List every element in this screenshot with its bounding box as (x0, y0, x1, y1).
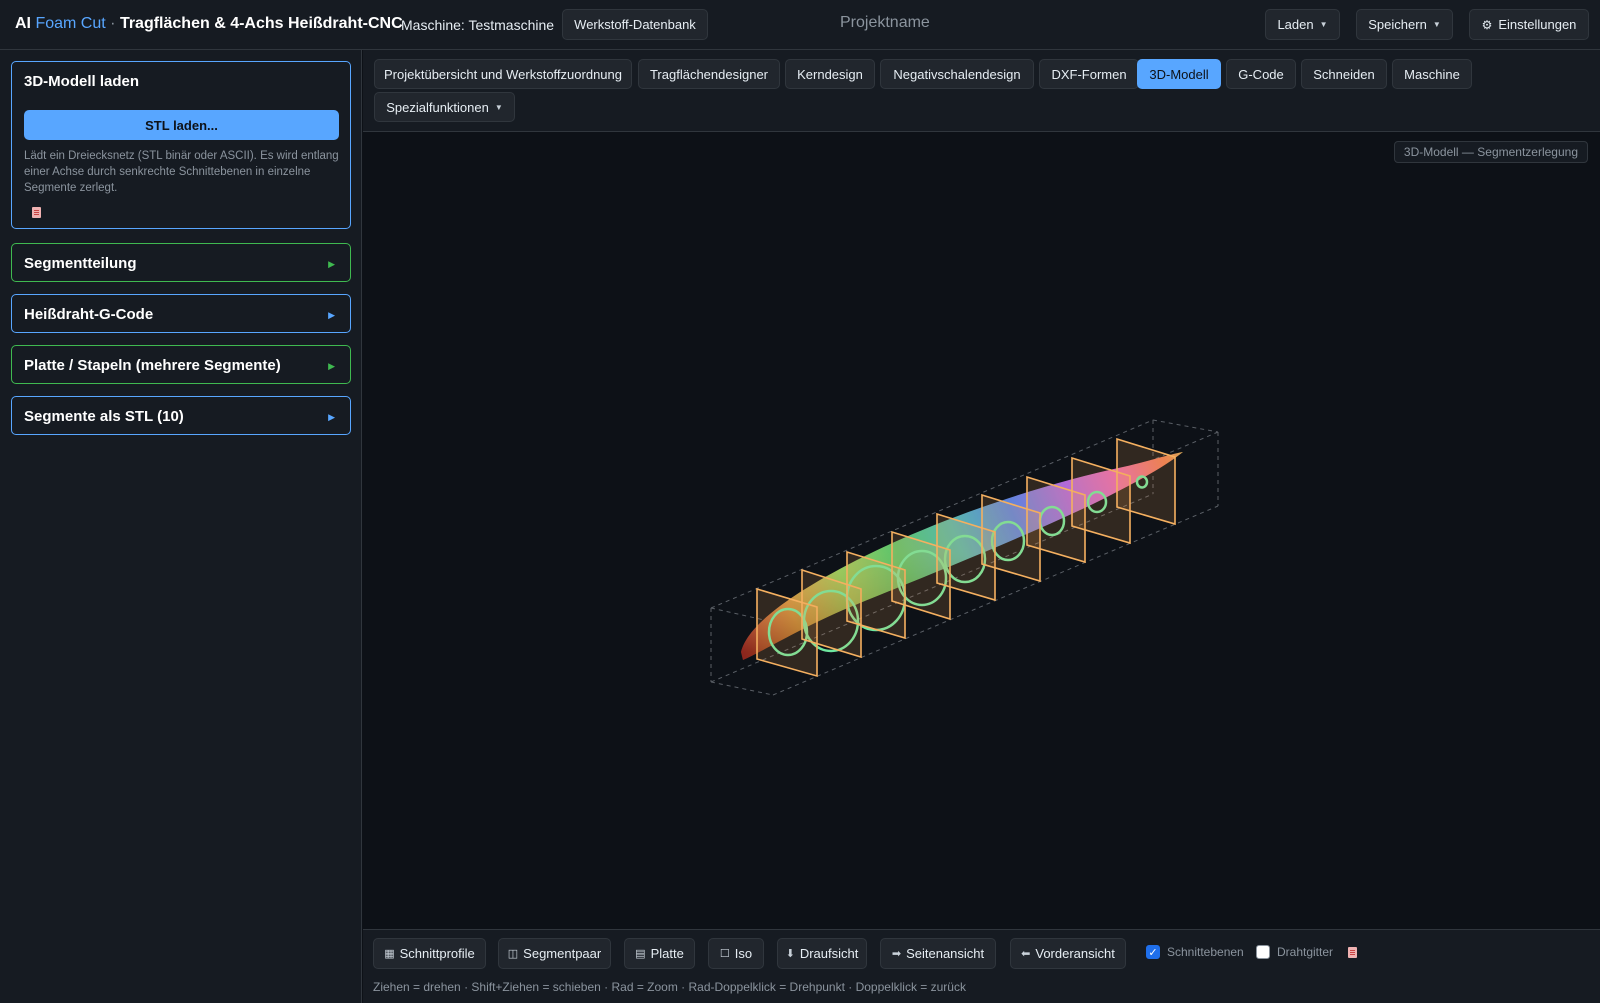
3d-viewport[interactable]: 3D-Modell — Segmentzerlegung (363, 132, 1600, 929)
panel-segmentation[interactable]: Segmentteilung ▶ (11, 243, 351, 282)
panel-segmentation-label: Segmentteilung (24, 255, 137, 272)
machine-label: Maschine: Testmaschine (401, 17, 555, 33)
arrow-left-icon: ⬅ (1021, 948, 1031, 960)
tab-label: G-Code (1238, 66, 1284, 82)
split-icon: ◫ (507, 948, 519, 960)
load-model-title: 3D-Modell laden (24, 73, 140, 90)
tab-label: Maschine (1404, 66, 1460, 82)
section-profiles-button[interactable]: ▦ Schnittprofile (373, 938, 486, 969)
tab-gcode[interactable]: G-Code (1226, 59, 1296, 89)
segment-pair-button[interactable]: ◫ Segmentpaar (498, 938, 611, 969)
viewport-label: 3D-Modell — Segmentzerlegung (1393, 141, 1588, 163)
expand-arrow-icon: ▶ (328, 361, 335, 371)
main-area: Projektübersicht und Werkstoffzuordnung … (363, 50, 1600, 1003)
top-view-label: Draufsicht (799, 946, 859, 961)
tab-label: Projektübersicht und Werkstoffzuordnung (384, 66, 622, 82)
caret-down-icon: ▼ (1432, 20, 1441, 29)
tab-core-design[interactable]: Kerndesign (785, 59, 875, 89)
settings-label: Einstellungen (1498, 17, 1577, 32)
tab-bar: Projektübersicht und Werkstoffzuordnung … (363, 50, 1600, 132)
settings-button[interactable]: ⚙ Einstellungen (1469, 9, 1589, 40)
side-view-button[interactable]: ➡ Seitenansicht (880, 938, 996, 969)
section-profiles-label: Schnittprofile (399, 946, 475, 961)
load-button[interactable]: Laden ▼ (1265, 9, 1340, 40)
document-icon[interactable] (32, 207, 41, 218)
material-database-label: Werkstoff-Datenbank (574, 17, 696, 32)
save-button[interactable]: Speichern ▼ (1356, 9, 1453, 40)
tab-label: Spezialfunktionen (386, 99, 489, 115)
navigation-hint: Ziehen = drehen · Shift+Ziehen = schiebe… (373, 980, 966, 994)
tab-negative-mold[interactable]: Negativschalendesign (880, 59, 1034, 89)
tab-machine[interactable]: Maschine (1392, 59, 1472, 89)
iso-view-button[interactable]: ☐ Iso (708, 938, 764, 969)
checkbox-unchecked[interactable] (1256, 945, 1270, 959)
wireframe-toggle[interactable]: Drahtgitter (1256, 945, 1333, 959)
save-label: Speichern (1368, 17, 1427, 32)
caret-down-icon: ▼ (1319, 20, 1328, 29)
arrow-right-icon: ➡ (891, 948, 902, 960)
tab-special-functions[interactable]: Spezialfunktionen ▼ (374, 92, 515, 122)
view-toolbar: ▦ Schnittprofile ◫ Segmentpaar ▤ Platte … (363, 929, 1600, 1003)
grid-icon: ▦ (384, 948, 395, 960)
panel-plate-stacking[interactable]: Platte / Stapeln (mehrere Segmente) ▶ (11, 345, 351, 384)
front-view-button[interactable]: ⬅ Vorderansicht (1010, 938, 1126, 969)
arrow-down-icon: ⬇ (785, 948, 795, 960)
expand-arrow-icon: ▶ (328, 259, 335, 269)
expand-arrow-icon: ▶ (328, 412, 335, 422)
material-database-button[interactable]: Werkstoff-Datenbank (562, 9, 708, 40)
gear-icon: ⚙ (1481, 17, 1493, 32)
wireframe-label: Drahtgitter (1277, 945, 1334, 959)
cube-icon: ☐ (719, 948, 730, 960)
plate-label: Platte (650, 946, 684, 961)
tab-label: Schneiden (1313, 66, 1375, 82)
project-name[interactable]: Projektname (840, 14, 930, 32)
plate-button[interactable]: ▤ Platte (624, 938, 695, 969)
cutting-planes-label: Schnittebenen (1167, 945, 1244, 959)
top-view-button[interactable]: ⬇ Draufsicht (777, 938, 867, 969)
caret-down-icon: ▼ (494, 102, 503, 112)
document-icon[interactable] (1348, 947, 1357, 958)
checkbox-checked[interactable]: ✓ (1146, 945, 1160, 959)
load-stl-button[interactable]: STL laden... (24, 110, 339, 140)
tab-label: Kerndesign (797, 66, 863, 82)
3d-scene[interactable] (363, 132, 1600, 929)
top-bar: AI Foam Cut · Tragflächen & 4-Achs Heißd… (0, 0, 1600, 50)
cutting-planes (756, 437, 1176, 678)
panel-segments-stl[interactable]: Segmente als STL (10) ▶ (11, 396, 351, 435)
side-view-label: Seitenansicht (906, 946, 985, 961)
title-separator: · (110, 15, 116, 32)
panel-segments-stl-label: Segmente als STL (10) (24, 408, 184, 425)
load-label: Laden (1277, 17, 1314, 32)
app-title: AI Foam Cut · Tragflächen & 4-Achs Heißd… (15, 15, 403, 33)
sidebar: 3D-Modell laden STL laden... Lädt ein Dr… (0, 50, 362, 1003)
segment-pair-label: Segmentpaar (523, 946, 602, 961)
tab-3d-model[interactable]: 3D-Modell (1137, 59, 1221, 89)
panel-plate-stacking-label: Platte / Stapeln (mehrere Segmente) (24, 357, 281, 374)
load-model-panel: 3D-Modell laden STL laden... Lädt ein Dr… (11, 61, 351, 229)
load-model-description: Lädt ein Dreiecksnetz (STL binär oder AS… (24, 150, 339, 194)
tab-dxf-shapes[interactable]: DXF-Formen (1039, 59, 1139, 89)
iso-label: Iso (734, 946, 753, 961)
title-prefix: AI (15, 15, 31, 32)
title-accent: Foam Cut (35, 15, 106, 32)
tab-label: Tragflächendesigner (649, 66, 769, 82)
plate-icon: ▤ (635, 948, 646, 960)
title-rest: Tragflächen & 4-Achs Heißdraht-CNC (119, 15, 403, 32)
panel-hotwire-gcode[interactable]: Heißdraht-G-Code ▶ (11, 294, 351, 333)
tab-label: DXF-Formen (1051, 66, 1127, 82)
panel-hotwire-gcode-label: Heißdraht-G-Code (24, 306, 154, 323)
expand-arrow-icon: ▶ (328, 310, 335, 320)
tab-cutting[interactable]: Schneiden (1301, 59, 1387, 89)
tab-label: 3D-Modell (1149, 66, 1209, 82)
tab-project-overview[interactable]: Projektübersicht und Werkstoffzuordnung (374, 59, 632, 89)
tab-label: Negativschalendesign (893, 66, 1021, 82)
cutting-planes-toggle[interactable]: ✓ Schnittebenen (1146, 945, 1244, 959)
tab-wing-designer[interactable]: Tragflächendesigner (638, 59, 780, 89)
front-view-label: Vorderansicht (1035, 946, 1115, 961)
